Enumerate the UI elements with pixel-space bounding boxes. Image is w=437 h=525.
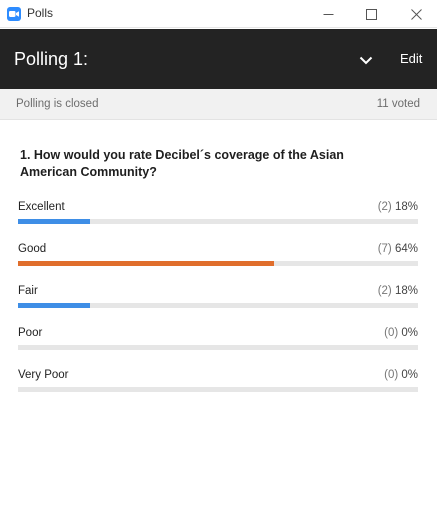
result-bar-fill bbox=[18, 303, 90, 308]
option-poor: Poor (0) 0% bbox=[18, 327, 418, 357]
option-count: (0) bbox=[384, 369, 399, 381]
maximize-button[interactable] bbox=[351, 0, 391, 28]
maximize-icon bbox=[365, 8, 377, 20]
option-fair: Fair (2) 18% bbox=[18, 285, 418, 315]
close-icon bbox=[410, 8, 422, 20]
window-titlebar: Polls bbox=[0, 0, 437, 28]
option-result: (2) 18% bbox=[378, 285, 418, 297]
question-text: 1. How would you rate Decibel´s coverage… bbox=[20, 148, 344, 179]
result-bar-fill bbox=[18, 219, 90, 224]
option-percent: 0% bbox=[401, 369, 418, 381]
option-count: (2) bbox=[377, 285, 392, 297]
result-bar-track bbox=[18, 261, 418, 266]
option-percent: 64% bbox=[394, 243, 418, 255]
minimize-icon bbox=[323, 13, 333, 15]
option-good: Good (7) 64% bbox=[18, 243, 418, 273]
poll-header: Polling 1: Edit bbox=[0, 29, 437, 89]
option-label: Very Poor bbox=[18, 369, 69, 381]
result-bar-track bbox=[18, 303, 418, 308]
poll-status: Polling is closed bbox=[16, 98, 99, 110]
result-bar-track bbox=[18, 387, 418, 392]
voted-count: 11 voted bbox=[376, 98, 420, 110]
option-percent: 0% bbox=[401, 327, 418, 339]
option-excellent: Excellent (2) 18% bbox=[18, 201, 418, 231]
poll-title: Polling 1: bbox=[14, 49, 89, 69]
edit-button[interactable]: Edit bbox=[400, 51, 422, 66]
option-percent: 18% bbox=[394, 201, 418, 213]
result-bar-track bbox=[18, 345, 418, 350]
result-bar-track bbox=[18, 219, 418, 224]
window-title: Polls bbox=[27, 6, 54, 20]
zoom-camera-icon bbox=[7, 7, 21, 21]
option-label: Fair bbox=[18, 285, 38, 297]
close-button[interactable] bbox=[396, 0, 436, 28]
option-result: (0) 0% bbox=[384, 327, 418, 339]
poll-select-dropdown[interactable] bbox=[357, 51, 375, 69]
option-label: Good bbox=[18, 243, 47, 255]
poll-status-bar: Polling is closed 11 voted bbox=[0, 89, 437, 120]
result-bar-fill bbox=[18, 261, 274, 266]
option-result: (0) 0% bbox=[384, 369, 418, 381]
option-label: Poor bbox=[18, 327, 43, 339]
chevron-down-icon bbox=[359, 56, 373, 64]
option-count: (2) bbox=[377, 201, 392, 213]
option-very-poor: Very Poor (0) 0% bbox=[18, 369, 418, 399]
option-percent: 18% bbox=[394, 285, 418, 297]
option-result: (2) 18% bbox=[378, 201, 418, 213]
minimize-button[interactable] bbox=[308, 0, 348, 28]
option-result: (7) 64% bbox=[378, 243, 418, 255]
option-count: (0) bbox=[384, 327, 399, 339]
option-count: (7) bbox=[377, 243, 392, 255]
option-label: Excellent bbox=[18, 201, 65, 213]
